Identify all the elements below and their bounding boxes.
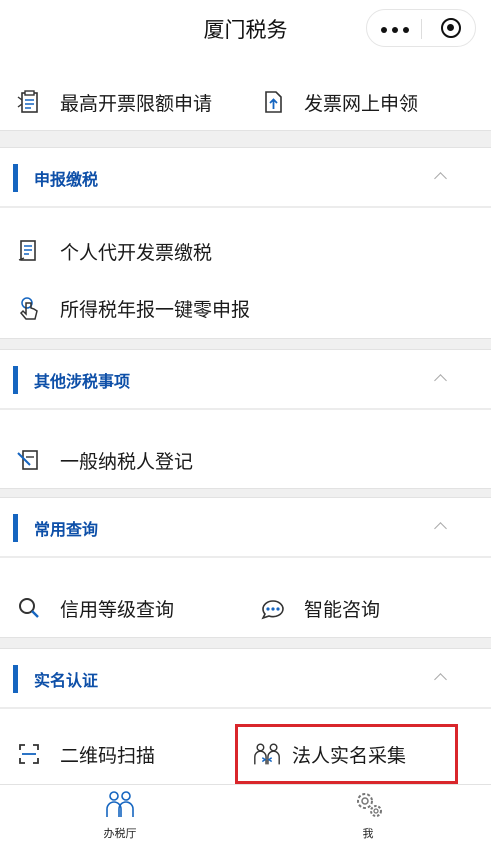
people-icon [103, 791, 137, 823]
section-header-realname[interactable]: 实名认证 [0, 649, 491, 709]
tab-label: 办税厅 [103, 827, 137, 840]
section-title: 常用查询 [34, 520, 99, 539]
item-income-tax-zero[interactable]: 所得税年报一键零申报 [14, 290, 250, 326]
section-gap [0, 488, 491, 498]
capsule-menu [366, 9, 476, 47]
item-credit-query[interactable]: 信用等级查询 [14, 590, 174, 626]
highlight-box [235, 724, 458, 784]
scan-icon [14, 739, 44, 769]
chevron-up-icon[interactable] [434, 374, 447, 387]
accent-bar [13, 366, 18, 394]
section-title: 其他涉税事项 [34, 372, 131, 391]
section-header-declare[interactable]: 申报缴税 [0, 148, 491, 208]
more-icon[interactable] [381, 27, 409, 33]
item-invoice-limit[interactable]: 最高开票限额申请 [14, 84, 212, 120]
top-bar: 厦门税务 [0, 0, 491, 58]
tab-label: 我 [362, 827, 374, 840]
item-label: 一般纳税人登记 [60, 450, 194, 473]
accent-bar [13, 665, 18, 693]
section-title: 实名认证 [34, 671, 99, 690]
hand-pointer-icon [14, 293, 44, 323]
search-icon [14, 593, 44, 623]
section-gap [0, 338, 491, 350]
document-pen-icon [14, 236, 44, 266]
gears-icon [351, 793, 385, 823]
capsule-divider [421, 19, 422, 39]
accent-bar [13, 514, 18, 542]
section-title: 申报缴税 [34, 170, 99, 189]
chevron-up-icon[interactable] [434, 522, 447, 535]
item-smart-consult[interactable]: 智能咨询 [258, 590, 380, 626]
item-label: 智能咨询 [304, 598, 381, 621]
bottom-tab-bar: 办税厅 我 [0, 784, 491, 846]
item-general-taxpayer[interactable]: 一般纳税人登记 [14, 442, 193, 478]
item-label: 二维码扫描 [60, 744, 156, 767]
section-gap [0, 637, 491, 649]
accent-bar [13, 164, 18, 192]
item-label: 最高开票限额申请 [60, 92, 213, 115]
register-pen-icon [14, 445, 44, 475]
invoice-upload-icon [258, 87, 288, 117]
item-label: 发票网上申领 [304, 92, 419, 115]
tab-me[interactable]: 我 [328, 789, 408, 841]
item-qr-scan[interactable]: 二维码扫描 [14, 736, 155, 772]
section-header-other[interactable]: 其他涉税事项 [0, 350, 491, 410]
item-label: 所得税年报一键零申报 [60, 298, 251, 321]
item-label: 个人代开发票缴税 [60, 241, 213, 264]
section-gap [0, 130, 491, 148]
item-invoice-apply[interactable]: 发票网上申领 [258, 84, 418, 120]
tab-hall[interactable]: 办税厅 [80, 789, 160, 841]
item-personal-invoice-tax[interactable]: 个人代开发票缴税 [14, 233, 212, 269]
invoice-limit-icon [14, 87, 44, 117]
item-label: 信用等级查询 [60, 598, 175, 621]
section-header-query[interactable]: 常用查询 [0, 498, 491, 558]
chevron-up-icon[interactable] [434, 172, 447, 185]
chat-bubble-icon [258, 593, 288, 623]
close-target-icon[interactable] [441, 18, 461, 38]
chevron-up-icon[interactable] [434, 673, 447, 686]
